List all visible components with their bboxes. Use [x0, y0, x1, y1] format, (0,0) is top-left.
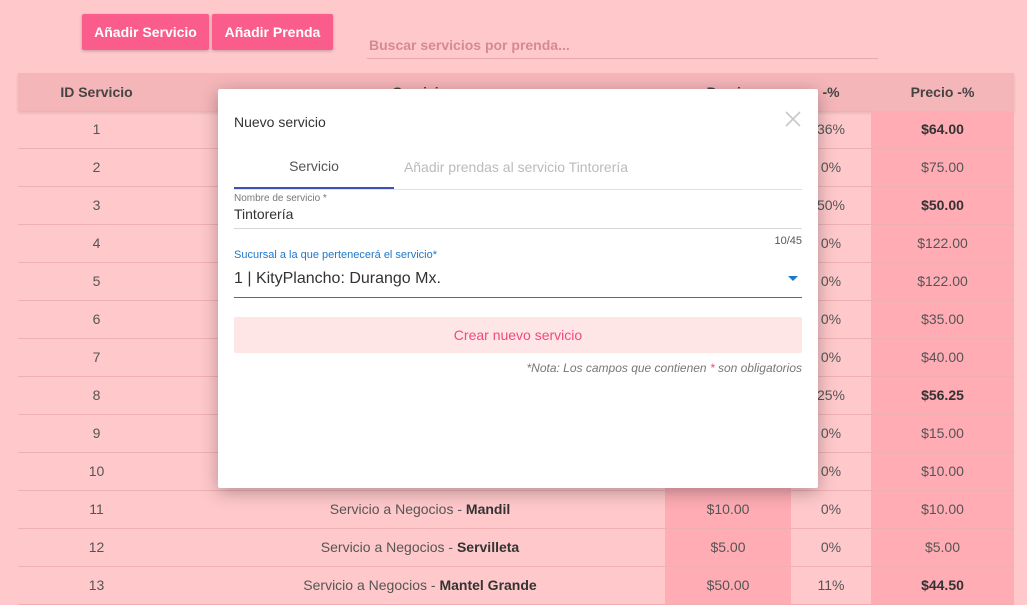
branch-selected-value: 1 | KityPlancho: Durango Mx.	[234, 270, 441, 287]
close-button[interactable]	[782, 108, 804, 130]
new-service-dialog: Nuevo servicio Servicio Añadir prendas a…	[218, 89, 818, 488]
cell-discount: 0%	[820, 539, 842, 555]
cell-service-name: Servicio a Negocios - Mantel Grande	[175, 567, 665, 604]
cell-final-price: $56.25	[871, 377, 1014, 414]
service-name-input[interactable]	[234, 206, 802, 229]
note-suffix: son obligatorios	[714, 361, 802, 375]
cell-final-price: $10.00	[871, 491, 1014, 528]
cell-discount: 0%	[820, 501, 842, 517]
cell-id: 1	[92, 121, 101, 137]
cell-final-price: $5.00	[871, 529, 1014, 566]
char-counter: 10/45	[774, 235, 802, 247]
tab-servicio[interactable]: Servicio	[234, 145, 394, 189]
cell-service-name: Servicio a Negocios - Servilleta	[175, 529, 665, 566]
cell-id: 6	[92, 311, 101, 327]
note-prefix: *Nota: Los campos que contienen	[526, 361, 710, 375]
tab-add-garments[interactable]: Añadir prendas al servicio Tintorería	[394, 145, 638, 189]
cell-id: 10	[88, 463, 105, 479]
service-item: Mantel Grande	[439, 577, 537, 593]
cell-id: 2	[92, 159, 101, 175]
cell-id: 8	[92, 387, 101, 403]
service-category: Servicio a Negocios -	[329, 501, 466, 517]
cell-final-price: $15.00	[871, 415, 1014, 452]
service-category: Servicio a Negocios -	[303, 577, 440, 593]
required-note: *Nota: Los campos que contienen * son ob…	[526, 361, 802, 375]
dialog-tabs: Servicio Añadir prendas al servicio Tint…	[234, 145, 802, 190]
create-service-button[interactable]: Crear nuevo servicio	[234, 317, 802, 353]
cell-id: 13	[88, 577, 105, 593]
cell-price: $10.00	[665, 491, 791, 528]
cell-final-price: $122.00	[871, 225, 1014, 262]
cell-final-price: $35.00	[871, 301, 1014, 338]
cell-id: 3	[92, 197, 101, 213]
branch-label: Sucursal a la que pertenecerá el servici…	[234, 249, 438, 261]
branch-select[interactable]: 1 | KityPlancho: Durango Mx.	[234, 267, 802, 298]
close-icon	[785, 111, 801, 127]
search-field	[367, 30, 882, 60]
cell-final-price: $44.50	[871, 567, 1014, 604]
cell-final-price: $75.00	[871, 149, 1014, 186]
cell-id: 11	[89, 501, 104, 517]
cell-id: 9	[92, 425, 101, 441]
service-item: Mandil	[465, 501, 511, 517]
cell-id: 7	[92, 349, 101, 365]
cell-id: 4	[92, 235, 101, 251]
search-input[interactable]	[367, 30, 882, 60]
cell-final-price: $122.00	[871, 263, 1014, 300]
cell-id: 5	[92, 273, 101, 289]
table-row: 11 Servicio a Negocios - Mandil $10.00 0% $1…	[18, 491, 1014, 529]
cell-discount: 11%	[817, 577, 845, 593]
add-service-button[interactable]: Añadir Servicio	[82, 14, 209, 50]
header-final-price: Precio -%	[910, 84, 975, 100]
cell-final-price: $50.00	[871, 187, 1014, 224]
dialog-title: Nuevo servicio	[234, 114, 326, 130]
add-garment-button[interactable]: Añadir Prenda	[212, 14, 333, 50]
header-id: ID Servicio	[60, 84, 133, 100]
cell-price: $50.00	[665, 567, 791, 604]
table-row: 12 Servicio a Negocios - Servilleta $5.00 0…	[18, 529, 1014, 567]
branch-field: Sucursal a la que pertenecerá el servici…	[234, 249, 802, 298]
service-item: Servilleta	[456, 539, 520, 555]
cell-final-price: $10.00	[871, 453, 1014, 490]
cell-final-price: $64.00	[871, 111, 1014, 148]
cell-final-price: $40.00	[871, 339, 1014, 376]
service-category: Servicio a Negocios -	[320, 539, 457, 555]
cell-price: $5.00	[665, 529, 791, 566]
cell-service-name: Servicio a Negocios - Mandil	[175, 491, 665, 528]
dropdown-arrow-icon	[788, 276, 798, 281]
table-row: 13 Servicio a Negocios - Mantel Grande $50…	[18, 567, 1014, 605]
service-name-field: Nombre de servicio *	[234, 193, 802, 229]
service-name-label: Nombre de servicio *	[234, 193, 327, 204]
cell-id: 12	[88, 539, 105, 555]
